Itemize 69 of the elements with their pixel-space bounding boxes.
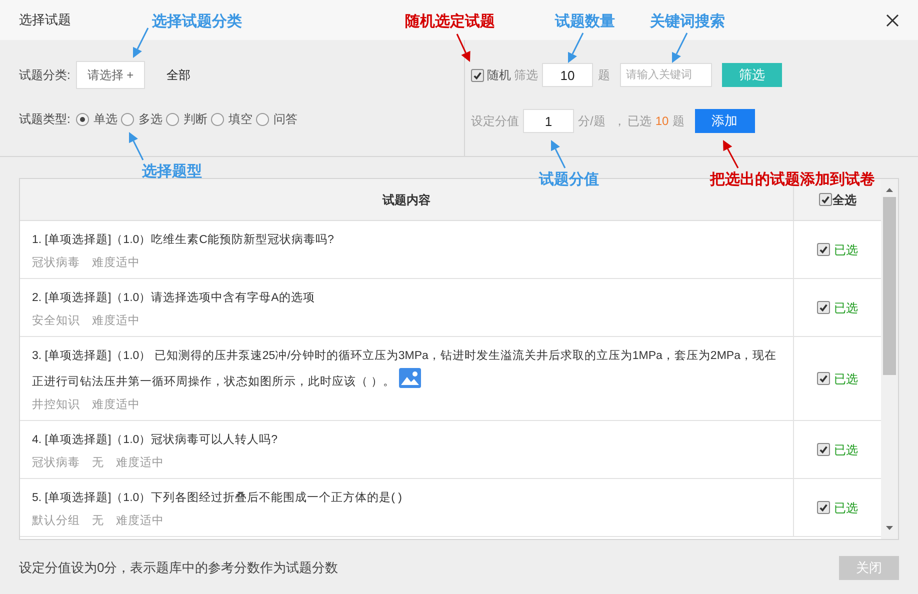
selected-unit: 题 bbox=[672, 113, 685, 130]
radio-button[interactable] bbox=[256, 112, 270, 126]
select-all-checkbox[interactable] bbox=[818, 193, 832, 206]
category-label: 试题分类: bbox=[19, 67, 70, 84]
question-tag: 冠状病毒 bbox=[32, 254, 80, 272]
callout-label: 选择试题分类 bbox=[152, 12, 242, 32]
selected-count: 10 bbox=[655, 113, 669, 130]
keyword-field[interactable]: 请输入关键词 bbox=[620, 63, 712, 87]
question-tag: 难度适中 bbox=[116, 454, 164, 472]
question-text: 4. [单项选择题]（1.0）冠状病毒可以人转人吗? bbox=[32, 434, 278, 446]
radio-button[interactable] bbox=[76, 112, 90, 126]
radio-label[interactable]: 单选 bbox=[93, 110, 118, 128]
radio-button[interactable] bbox=[121, 112, 134, 126]
score-unit: 分/题 bbox=[578, 113, 606, 130]
question-tag: 默认分组 bbox=[32, 512, 80, 530]
random-label[interactable]: 随机 bbox=[487, 66, 511, 84]
row-checkbox[interactable] bbox=[817, 443, 830, 456]
question-tag: 难度适中 bbox=[116, 512, 164, 530]
question-tag: 难度适中 bbox=[92, 312, 140, 330]
callout-label: 选择题型 bbox=[142, 162, 202, 182]
type-label: 试题类型: bbox=[19, 111, 70, 128]
row-checkbox[interactable] bbox=[817, 301, 830, 314]
score-field[interactable]: 1 bbox=[523, 109, 574, 133]
add-button[interactable]: 添加 bbox=[694, 109, 755, 133]
question-tag: 难度适中 bbox=[92, 396, 140, 414]
callout-label: 试题数量 bbox=[555, 12, 615, 32]
question-tag: 无 bbox=[92, 512, 104, 530]
column-header: 全选 bbox=[832, 192, 856, 208]
question-tag: 井控知识 bbox=[32, 396, 80, 414]
selected-status: 已选 bbox=[834, 300, 858, 316]
selected-status: 已选 bbox=[834, 442, 858, 458]
selected-prefix: 已选 bbox=[627, 113, 652, 130]
question-text: 5. [单项选择题]（1.0）下列各图经过折叠后不能围成一个正方体的是( ) bbox=[32, 492, 402, 504]
radio-button[interactable] bbox=[211, 112, 224, 126]
random-checkbox[interactable] bbox=[471, 68, 484, 82]
callout-label: 随机选定试题 bbox=[405, 12, 495, 32]
selected-status: 已选 bbox=[834, 370, 858, 388]
radio-label[interactable]: 问答 bbox=[273, 110, 298, 128]
count-field[interactable]: 10 bbox=[542, 63, 593, 87]
question-text: 1. [单项选择题]（1.0）吃维生素C能预防新型冠状病毒吗? bbox=[32, 234, 334, 246]
category-select-button[interactable]: 请选择 + bbox=[76, 61, 145, 89]
window-title: 选择试题 bbox=[19, 11, 71, 30]
row-checkbox[interactable] bbox=[817, 501, 830, 514]
callout-label: 关键词搜索 bbox=[650, 12, 725, 32]
question-tag: 安全知识 bbox=[32, 312, 80, 330]
radio-label[interactable]: 填空 bbox=[228, 110, 252, 128]
close-icon[interactable] bbox=[886, 14, 899, 26]
scrollbar[interactable] bbox=[881, 179, 898, 539]
count-unit: 题 bbox=[598, 67, 610, 84]
score-label: 设定分值 bbox=[471, 113, 519, 130]
category-value: 全部 bbox=[166, 67, 191, 84]
selected-status: 已选 bbox=[834, 242, 858, 258]
radio-label[interactable]: 判断 bbox=[183, 110, 208, 128]
selected-status: 已选 bbox=[834, 500, 858, 516]
radio-label[interactable]: 多选 bbox=[138, 110, 162, 128]
callout-label: 把选出的试题添加到试卷 bbox=[710, 170, 875, 190]
row-checkbox[interactable] bbox=[817, 243, 830, 256]
question-tag: 冠状病毒 bbox=[32, 454, 80, 472]
question-text: 3. [单项选择题]（1.0） 已知测得的压井泵速25冲/分钟时的循环立压为3MPa，钻进时发生溢流关井后求取的立压为1MPa，套压为2MPa，现在正进行司钻法压井第一循环周操作，状态如图所示，此时应该（ ）。 bbox=[32, 350, 776, 388]
separator: ， bbox=[613, 113, 626, 130]
radio-button[interactable] bbox=[166, 112, 180, 126]
count-prefix: 筛选 bbox=[514, 67, 538, 84]
question-tag: 难度适中 bbox=[92, 254, 140, 272]
column-header: 试题内容 bbox=[382, 192, 430, 208]
question-tag: 无 bbox=[92, 454, 104, 472]
question-text: 2. [单项选择题]（1.0）请选择选项中含有字母A的选项 bbox=[32, 292, 315, 304]
footer-note: 设定分值设为0分，表示题库中的参考分数作为试题分数 bbox=[19, 559, 338, 578]
callout-label: 试题分值 bbox=[539, 170, 599, 190]
row-checkbox[interactable] bbox=[817, 372, 830, 385]
